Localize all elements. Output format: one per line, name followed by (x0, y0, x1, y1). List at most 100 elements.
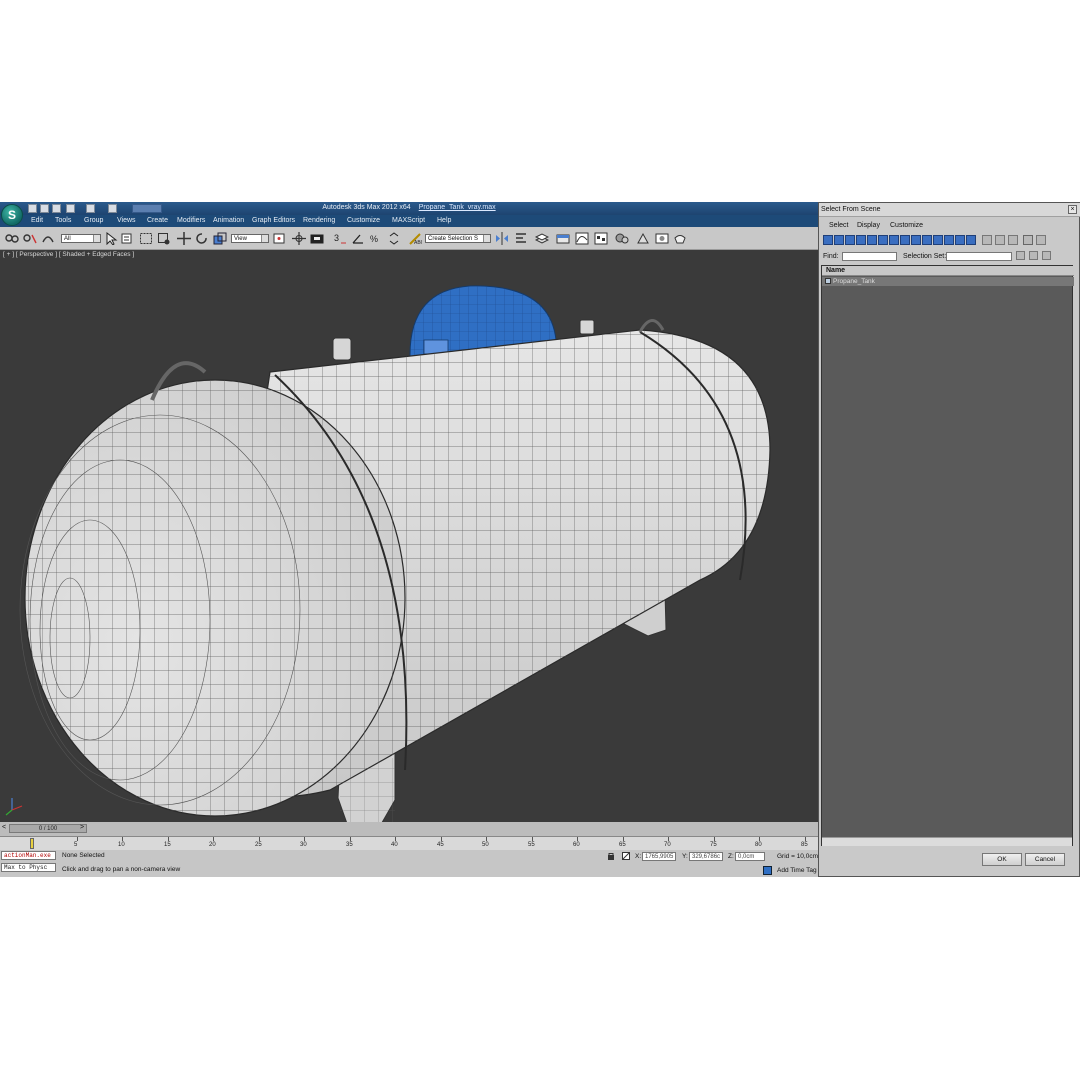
title-bar: Autodesk 3ds Max 2012 x64 Propane_Tank_vr… (0, 202, 818, 215)
schematic-view-icon[interactable] (594, 232, 608, 245)
list-item[interactable]: Propane_Tank (822, 277, 1074, 286)
menu-edit[interactable]: Edit (31, 217, 43, 224)
reference-coordinate-dropdown[interactable]: View (231, 234, 269, 243)
absolute-mode-icon[interactable] (622, 852, 630, 860)
curve-editor-icon[interactable] (575, 232, 589, 245)
find-input[interactable] (842, 252, 897, 261)
maxscript-listener-line1[interactable]: actionMan.exe (1, 851, 56, 860)
time-cursor[interactable] (30, 838, 34, 849)
time-slider[interactable]: 0 / 100 (9, 824, 87, 833)
dialog-menu-customize[interactable]: Customize (890, 222, 923, 229)
layer-manager-icon[interactable] (535, 232, 549, 245)
selection-filter-dropdown[interactable]: All (61, 234, 101, 243)
perspective-viewport[interactable]: [ + ] [ Perspective ] [ Shaded + Edged F… (0, 250, 818, 822)
snaps-toggle-icon[interactable]: 3 (333, 232, 347, 245)
graphite-ribbon-icon[interactable] (556, 232, 570, 245)
dialog-menu-display[interactable]: Display (857, 222, 880, 229)
horizontal-scrollbar[interactable] (822, 837, 1072, 846)
menu-rendering[interactable]: Rendering (303, 217, 335, 224)
display-none-icon[interactable] (966, 235, 976, 245)
cancel-button[interactable]: Cancel (1025, 853, 1065, 866)
menu-views[interactable]: Views (117, 217, 136, 224)
propane-tank-model[interactable] (0, 250, 818, 822)
rectangular-region-icon[interactable] (139, 232, 153, 245)
tick-label: 15 (164, 842, 171, 848)
sync-selection-icon[interactable] (1036, 235, 1046, 245)
x-coord-field[interactable]: 1765,9905 (642, 852, 676, 861)
ok-button[interactable]: OK (982, 853, 1022, 866)
spinner-snap-icon[interactable] (387, 232, 401, 245)
dialog-menu-select[interactable]: Select (829, 222, 848, 229)
percent-snap-icon[interactable]: % (369, 232, 383, 245)
y-coord-field[interactable]: 329,6786c (689, 852, 723, 861)
select-manipulate-icon[interactable] (292, 232, 306, 245)
keyboard-shortcut-icon[interactable] (310, 232, 324, 245)
menu-maxscript[interactable]: MAXScript (392, 217, 425, 224)
move-icon[interactable] (177, 232, 191, 245)
menu-animation[interactable]: Animation (213, 217, 244, 224)
add-time-tag[interactable]: Add Time Tag (777, 867, 817, 874)
tick-label: 55 (528, 842, 535, 848)
render-production-icon[interactable] (673, 232, 687, 245)
bind-spacewarp-icon[interactable] (41, 232, 55, 245)
menu-graph-editors[interactable]: Graph Editors (252, 217, 295, 224)
time-prev-button[interactable]: < (2, 824, 6, 831)
pivot-center-icon[interactable] (272, 232, 286, 245)
menu-create[interactable]: Create (147, 217, 168, 224)
rendered-frame-window-icon[interactable] (655, 232, 669, 245)
display-hidden-icon[interactable] (944, 235, 954, 245)
selection-lock-icon[interactable] (607, 852, 615, 860)
display-shapes-icon[interactable] (834, 235, 844, 245)
select-invert-icon[interactable] (1008, 235, 1018, 245)
select-object-icon[interactable] (104, 232, 118, 245)
scale-icon[interactable] (213, 232, 227, 245)
window-crossing-icon[interactable] (157, 232, 171, 245)
time-tag-icon[interactable] (763, 866, 772, 875)
tick-label: 85 (801, 842, 808, 848)
track-bar[interactable]: 5 10 15 20 25 30 35 40 45 50 55 60 65 70… (0, 836, 818, 850)
app-logo-icon[interactable]: S (1, 204, 23, 226)
display-helpers-icon[interactable] (867, 235, 877, 245)
display-cameras-icon[interactable] (856, 235, 866, 245)
display-geometry-icon[interactable] (823, 235, 833, 245)
select-by-name-icon[interactable] (121, 232, 135, 245)
new-selection-set-icon[interactable] (1029, 251, 1038, 260)
dialog-find-row: Find: Selection Set: (819, 250, 1080, 264)
select-none-icon[interactable] (995, 235, 1005, 245)
maxscript-listener-line2[interactable]: Max to Physc (1, 863, 56, 872)
named-selection-dropdown[interactable]: Create Selection S (425, 234, 491, 243)
display-containers-icon[interactable] (922, 235, 932, 245)
rotate-icon[interactable] (195, 232, 209, 245)
menu-modifiers[interactable]: Modifiers (177, 217, 205, 224)
align-icon[interactable] (514, 232, 528, 245)
display-xrefs-icon[interactable] (900, 235, 910, 245)
time-next-button[interactable]: > (80, 824, 84, 831)
select-all-icon[interactable] (982, 235, 992, 245)
menu-group[interactable]: Group (84, 217, 103, 224)
material-editor-icon[interactable] (615, 232, 629, 245)
edit-selection-set-icon[interactable] (1016, 251, 1025, 260)
scene-object-list[interactable]: Name Propane_Tank (821, 265, 1074, 846)
angle-snap-icon[interactable] (351, 232, 365, 245)
display-all-icon[interactable] (955, 235, 965, 245)
menu-tools[interactable]: Tools (55, 217, 71, 224)
list-header-name[interactable]: Name (822, 266, 1074, 276)
mirror-icon[interactable] (495, 232, 509, 245)
display-spacewarps-icon[interactable] (878, 235, 888, 245)
z-coord-field[interactable]: 0,0cm (735, 852, 765, 861)
menu-customize[interactable]: Customize (347, 217, 380, 224)
render-setup-icon[interactable] (636, 232, 650, 245)
display-frozen-icon[interactable] (933, 235, 943, 245)
link-icon[interactable] (5, 232, 19, 245)
display-lights-icon[interactable] (845, 235, 855, 245)
filter-icon[interactable] (1023, 235, 1033, 245)
unlink-icon[interactable] (23, 232, 37, 245)
selection-set-dropdown[interactable] (946, 252, 1012, 261)
y-coord-label: Y: (682, 853, 688, 860)
display-groups-icon[interactable] (889, 235, 899, 245)
dialog-close-icon[interactable]: × (1068, 205, 1077, 214)
delete-selection-set-icon[interactable] (1042, 251, 1051, 260)
edit-named-selection-icon[interactable]: ABC (408, 232, 422, 245)
display-bones-icon[interactable] (911, 235, 921, 245)
menu-help[interactable]: Help (437, 217, 451, 224)
